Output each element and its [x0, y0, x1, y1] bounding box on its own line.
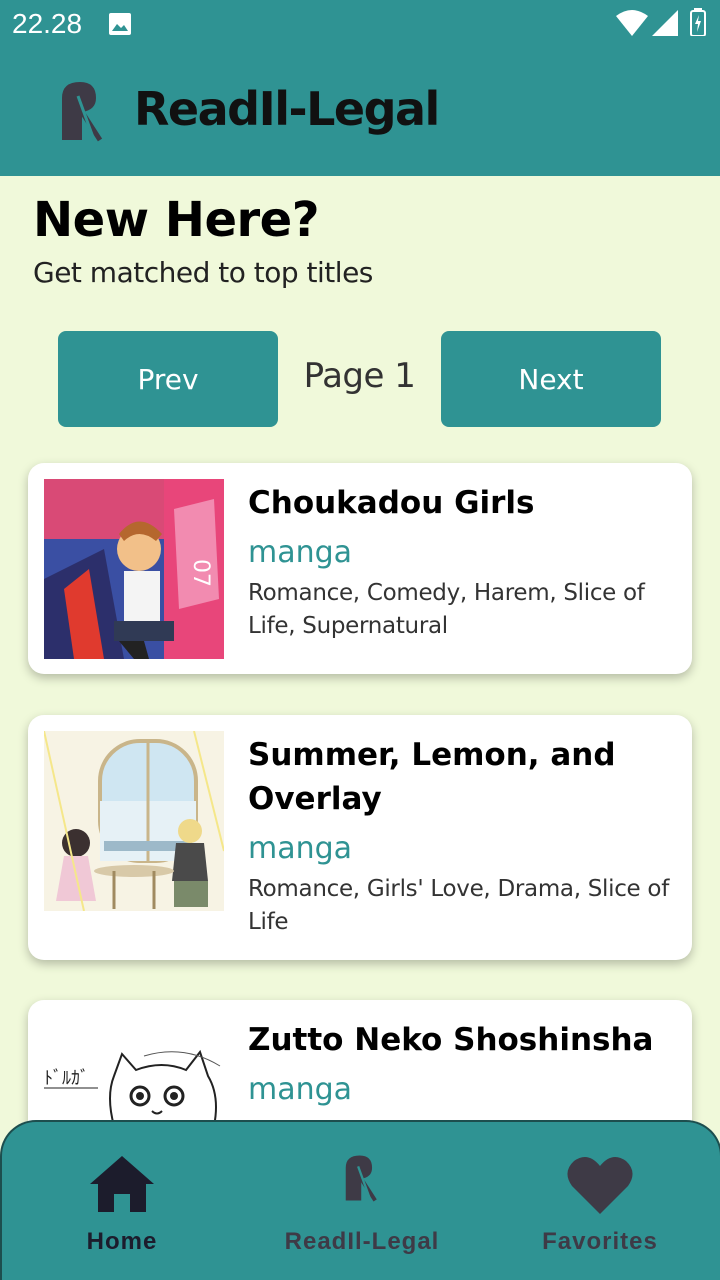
nav-label-home: Home [86, 1228, 158, 1255]
card-type: manga [248, 831, 353, 866]
page-indicator: Page 1 [303, 356, 416, 396]
status-bar: 22.28 [0, 0, 720, 48]
title-card[interactable]: 07 Choukadou Girls manga Romance, Comedy… [28, 463, 692, 674]
status-time: 22.28 [12, 8, 83, 39]
cover-image: 07 [44, 479, 224, 659]
intro-heading: New Here? [33, 192, 320, 248]
intro-subheading: Get matched to top titles [33, 256, 373, 289]
card-title: Summer, Lemon, and Overlay [248, 737, 616, 817]
card-genres: Romance, Girls' Love, Drama, Slice of Li… [248, 876, 669, 935]
card-genres: Romance, Comedy, Harem, Slice of Life, S… [248, 580, 645, 639]
cover-image [44, 731, 224, 911]
svg-text:ﾄﾞﾙｶﾞ: ﾄﾞﾙｶﾞ [44, 1068, 89, 1089]
battery-icon [690, 8, 706, 36]
card-type: manga [248, 535, 353, 570]
next-page-button[interactable]: Next [441, 331, 661, 427]
card-title: Zutto Neko Shoshinsha [248, 1022, 654, 1058]
heart-icon [567, 1157, 633, 1214]
app-title: ReadIl-Legal [134, 82, 440, 136]
nav-item-readil-legal[interactable]: ReadIl-Legal [242, 1122, 482, 1280]
card-type: manga [248, 1072, 353, 1107]
home-icon [90, 1156, 154, 1212]
bottom-navigation: Home ReadIl-Legal Favorites [0, 1120, 720, 1280]
svg-text:07: 07 [188, 559, 213, 587]
prev-page-button[interactable]: Prev [58, 331, 278, 427]
card-title: Choukadou Girls [248, 485, 535, 521]
nav-label-readil-legal: ReadIl-Legal [284, 1228, 440, 1255]
image-notification-icon [109, 13, 131, 35]
nav-item-home[interactable]: Home [2, 1122, 242, 1280]
app-logo-icon [62, 82, 103, 142]
title-card[interactable]: Summer, Lemon, and Overlay manga Romance… [28, 715, 692, 960]
app-bar: ReadIl-Legal [0, 48, 720, 176]
wifi-icon [616, 10, 648, 36]
signal-icon [652, 10, 678, 36]
nav-label-favorites: Favorites [542, 1228, 658, 1255]
app-logo-icon [345, 1155, 377, 1202]
nav-item-favorites[interactable]: Favorites [480, 1122, 720, 1280]
